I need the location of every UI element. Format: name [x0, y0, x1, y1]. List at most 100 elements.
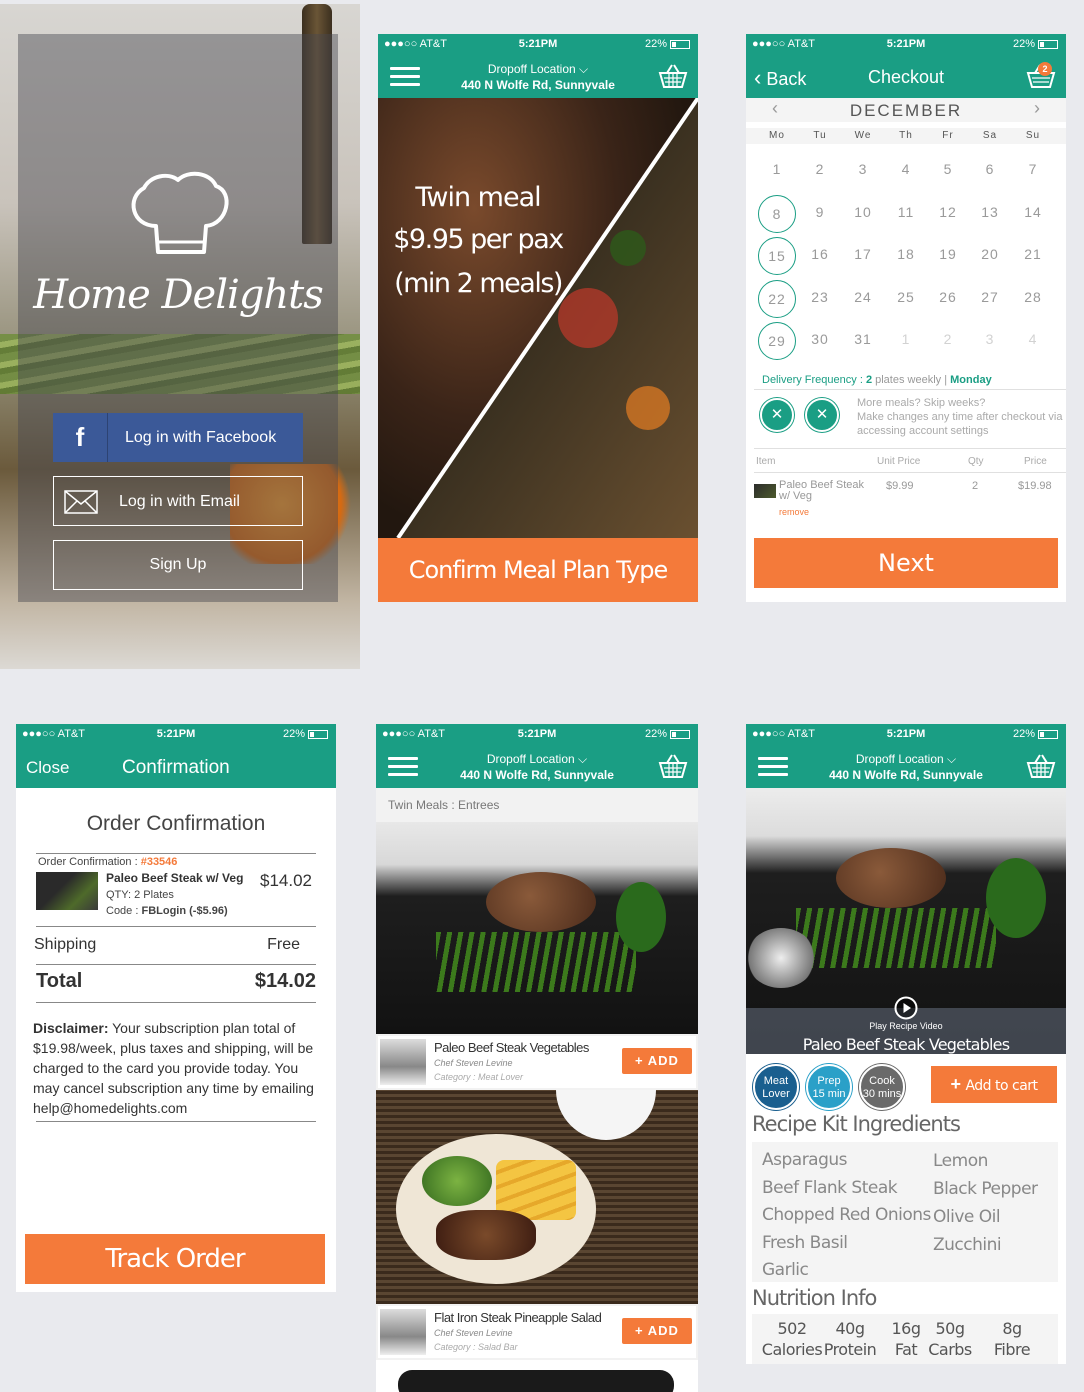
- calendar-day[interactable]: 14: [1012, 193, 1054, 235]
- code-label: Code :: [106, 905, 142, 917]
- calendar-day[interactable]: 18: [885, 235, 927, 277]
- dropoff-address: 440 N Wolfe Rd, Sunnyvale: [829, 768, 983, 782]
- calendar-day[interactable]: 29: [758, 322, 796, 360]
- ingredient: Garlic: [762, 1260, 809, 1280]
- nutrition-item: 40g Protein: [822, 1318, 878, 1360]
- dish-photo-steak[interactable]: [376, 822, 698, 1034]
- calendar-day[interactable]: 1: [756, 150, 798, 192]
- calendar-day[interactable]: 13: [969, 193, 1011, 235]
- battery-icon: [308, 729, 328, 739]
- calendar-day[interactable]: 9: [799, 193, 841, 235]
- calendar-day[interactable]: 11: [885, 193, 927, 235]
- dish-badge: Cook 30 mins: [859, 1064, 905, 1110]
- calendar-day[interactable]: 15: [758, 237, 796, 275]
- badge-line-1: Cook: [869, 1075, 895, 1087]
- menu-item-2[interactable]: Flat Iron Steak Pineapple Salad Chef Ste…: [378, 1306, 696, 1358]
- basket-icon[interactable]: [658, 63, 688, 89]
- calendar-day[interactable]: 24: [842, 278, 884, 320]
- confirm-meal-plan-label: Confirm Meal Plan Type: [408, 556, 669, 584]
- calendar-day[interactable]: 4: [885, 150, 927, 192]
- add-to-cart-button[interactable]: + Add to cart: [931, 1066, 1057, 1103]
- dish-photo-salad[interactable]: [376, 1090, 698, 1304]
- status-bar: ●●●○○ AT&T 5:21PM 22%: [376, 724, 698, 746]
- item-price: $19.98: [1018, 480, 1052, 492]
- add-button[interactable]: + ADD: [622, 1318, 692, 1344]
- calendar-day[interactable]: 23: [799, 278, 841, 320]
- calendar-day[interactable]: 25: [885, 278, 927, 320]
- basket-icon[interactable]: [658, 753, 688, 779]
- facebook-login-button[interactable]: f Log in with Facebook: [53, 413, 303, 462]
- track-order-button[interactable]: Track Order: [25, 1234, 325, 1284]
- calendar-day[interactable]: 30: [799, 320, 841, 362]
- calendar-day[interactable]: 22: [758, 279, 796, 318]
- ingredient: Beef Flank Steak: [762, 1177, 898, 1198]
- dropoff-address: 440 N Wolfe Rd, Sunnyvale: [460, 768, 614, 782]
- badge-line-1: Meat: [763, 1075, 789, 1087]
- dropoff-location-selector[interactable]: Dropoff Location ⌵ 440 N Wolfe Rd, Sunny…: [378, 61, 698, 93]
- confirm-meal-plan-button[interactable]: Confirm Meal Plan Type: [378, 538, 698, 602]
- add-button[interactable]: + ADD: [622, 1048, 692, 1074]
- checkout-screen: ●●●○○ AT&T 5:21PM 22% ‹ Back Checkout 2 …: [746, 34, 1066, 602]
- steak: [836, 848, 946, 908]
- calendar-day[interactable]: 17: [842, 235, 884, 277]
- calendar-month: DECEMBER: [849, 101, 963, 120]
- delivery-frequency: Delivery Frequency : 2 plates weekly | M…: [762, 374, 992, 386]
- chevron-down-icon: ⌵: [947, 752, 957, 766]
- battery-icon: [670, 39, 690, 49]
- calendar-day[interactable]: 7: [1012, 150, 1054, 192]
- calendar-day[interactable]: 1: [885, 320, 927, 362]
- calendar-day[interactable]: 19: [927, 235, 969, 277]
- section-title: Twin Meals : Entrees: [388, 798, 500, 812]
- menu-item-chef: Chef Steven Levine: [434, 1328, 513, 1338]
- page-title: Confirmation: [122, 757, 230, 778]
- calendar-day[interactable]: 27: [969, 278, 1011, 320]
- calendar-day[interactable]: 3: [842, 150, 884, 192]
- play-icon[interactable]: [894, 996, 918, 1020]
- basket-icon[interactable]: [1026, 753, 1056, 779]
- remove-item-link[interactable]: remove: [779, 507, 809, 517]
- calendar-day[interactable]: 12: [927, 193, 969, 235]
- dropoff-address: 440 N Wolfe Rd, Sunnyvale: [461, 78, 615, 92]
- calendar-day[interactable]: 6: [969, 150, 1011, 192]
- total-label: Total: [36, 970, 83, 992]
- close-button[interactable]: Close: [26, 758, 69, 778]
- delivery-day: Monday: [950, 374, 992, 386]
- menu-item-1[interactable]: Paleo Beef Steak Vegetables Chef Steven …: [378, 1036, 696, 1088]
- dropoff-location-selector[interactable]: Dropoff Location ⌵ 440 N Wolfe Rd, Sunny…: [376, 751, 698, 783]
- battery: 22%: [1013, 38, 1058, 50]
- signup-button[interactable]: Sign Up: [53, 540, 303, 590]
- next-month-button[interactable]: ›: [1034, 98, 1040, 119]
- calendar-day[interactable]: 21: [1012, 235, 1054, 277]
- status-bar: ●●●○○ AT&T 5:21PM 22%: [16, 724, 336, 746]
- dropoff-label: Dropoff Location: [855, 752, 944, 766]
- green-beans: [796, 908, 996, 968]
- calendar-day[interactable]: 28: [1012, 278, 1054, 320]
- play-video-label[interactable]: Play Recipe Video: [746, 1021, 1066, 1031]
- calendar-day[interactable]: 2: [927, 320, 969, 362]
- dropoff-location-selector[interactable]: Dropoff Location ⌵ 440 N Wolfe Rd, Sunny…: [746, 751, 1066, 783]
- battery: 22%: [283, 728, 328, 740]
- calendar-day[interactable]: 20: [969, 235, 1011, 277]
- calendar-day[interactable]: 31: [842, 320, 884, 362]
- ingredient: Lemon: [933, 1151, 988, 1171]
- calendar-day[interactable]: 16: [799, 235, 841, 277]
- meal-plan-line-1: Twin meal: [415, 182, 541, 213]
- email-login-button[interactable]: Log in with Email: [53, 476, 303, 526]
- next-button[interactable]: Next: [754, 538, 1058, 588]
- calendar-day[interactable]: 8: [758, 194, 796, 233]
- calendar-month-row: ‹ DECEMBER ›: [746, 98, 1066, 122]
- calendar-day[interactable]: 3: [969, 320, 1011, 362]
- calendar-day[interactable]: 2: [799, 150, 841, 192]
- brand-name: Home Delights: [33, 272, 324, 318]
- calendar-day[interactable]: 5: [927, 150, 969, 192]
- calendar-day[interactable]: 10: [842, 193, 884, 235]
- status-bar: ●●●○○ AT&T 5:21PM 22%: [746, 34, 1066, 56]
- calendar-day[interactable]: 26: [927, 278, 969, 320]
- battery-icon: [1038, 39, 1058, 49]
- green-beans: [436, 932, 636, 992]
- total-value: $14.02: [254, 970, 316, 992]
- plate-icon-2: ✕: [805, 398, 839, 432]
- dropoff-label: Dropoff Location: [486, 752, 575, 766]
- order-number: Order Confirmation : #33546: [38, 856, 177, 868]
- calendar-day[interactable]: 4: [1012, 320, 1054, 362]
